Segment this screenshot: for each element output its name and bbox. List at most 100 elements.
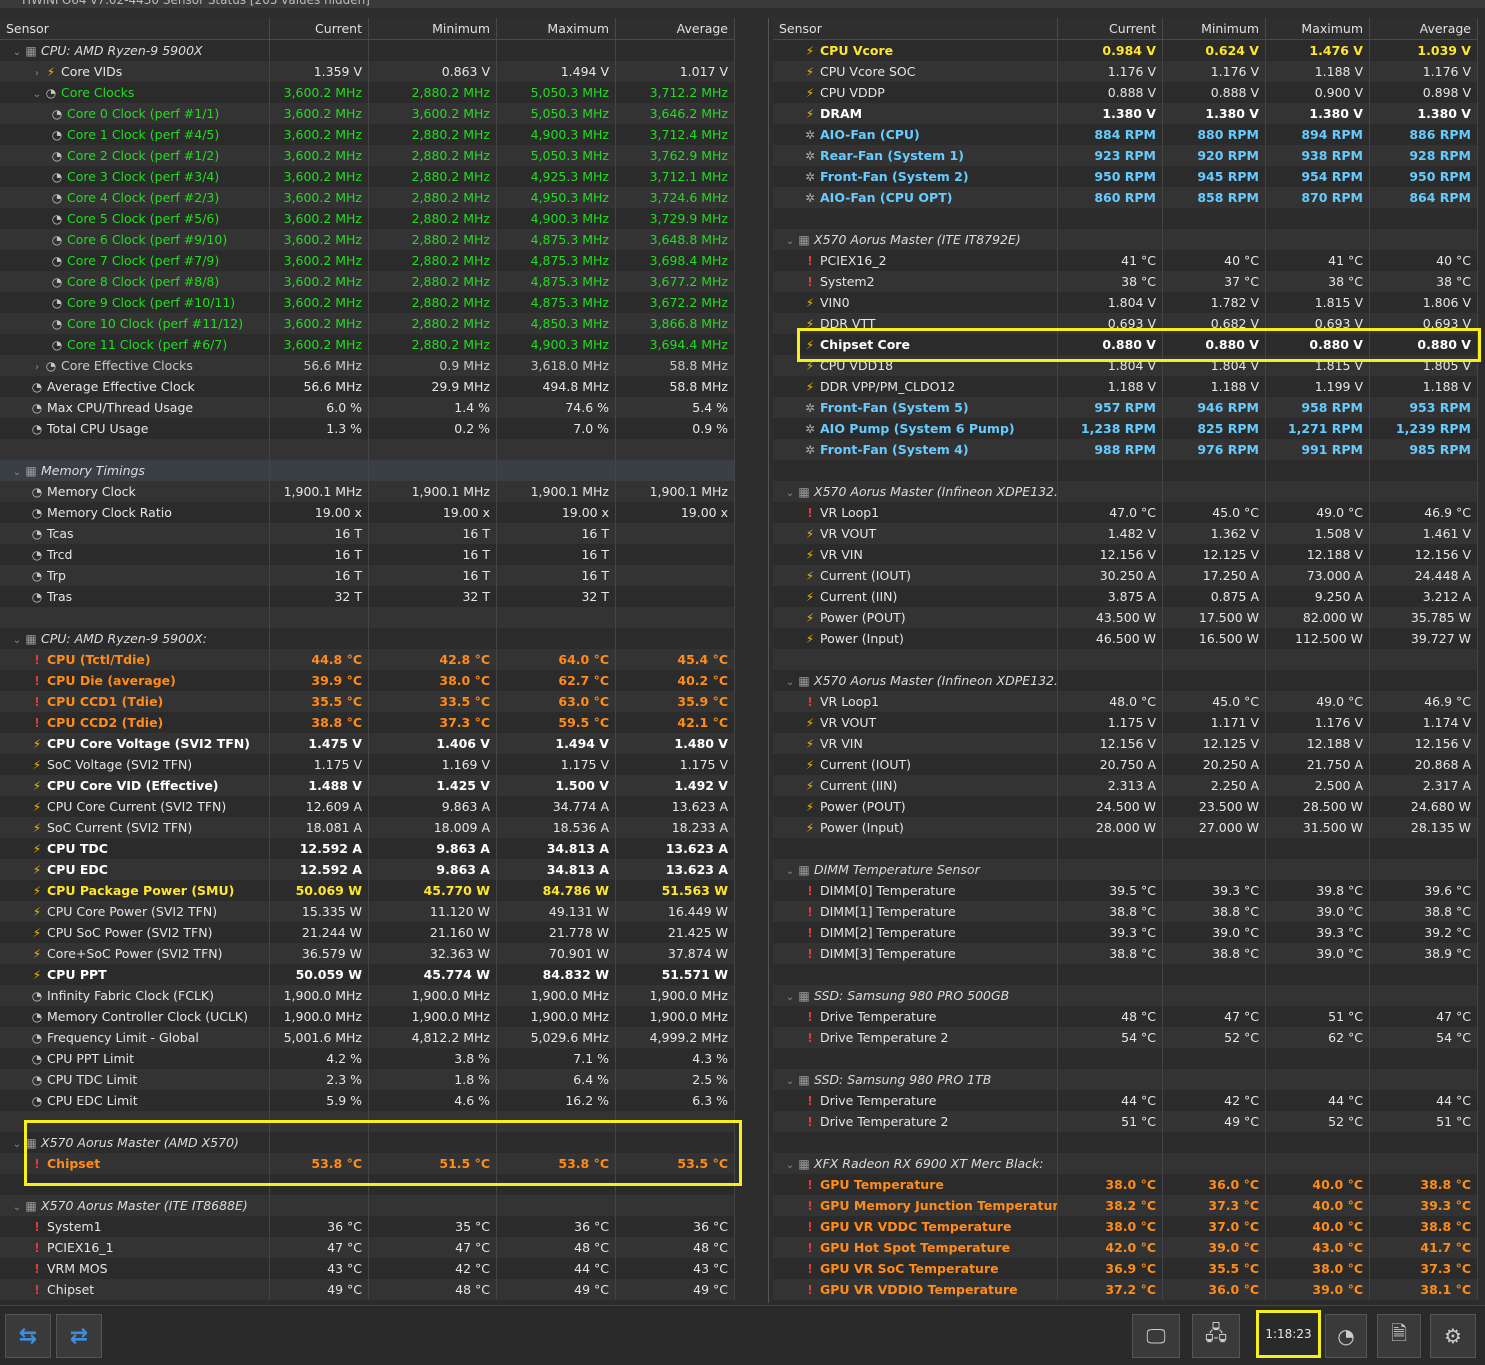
sensor-row-total-cpu-usage[interactable]: ◔ Total CPU Usage 1.3 % 0.2 % 7.0 % 0.9 % <box>0 418 735 439</box>
sensor-row-memory-controller-clock-uclk[interactable]: ◔ Memory Controller Clock (UCLK) 1,900.0 M… <box>0 1006 735 1027</box>
col-current-header[interactable]: Current <box>270 18 369 39</box>
collapse-chevron-icon[interactable]: ⌄ <box>10 1197 24 1216</box>
sensor-row-ddr-vtt[interactable]: ⚡ DDR VTT 0.693 V 0.682 V 0.693 V 0.693 V <box>773 313 1478 334</box>
sensor-row-drive-temperature-2[interactable]: ! Drive Temperature 2 51 °C 49 °C 52 °C 51 °C <box>773 1111 1478 1132</box>
sensor-group-x570-aorus-master-infineon-xdpe132[interactable]: ⌄ ▦ X570 Aorus Master (Infineon XDPE132... <box>773 481 1478 502</box>
sensor-row-current-iin[interactable]: ⚡ Current (IIN) 3.875 A 0.875 A 9.250 A 3.212… <box>773 586 1478 607</box>
col-minimum-header[interactable]: Minimum <box>1163 18 1266 39</box>
sensor-row-gpu-vr-vddc-temperature[interactable]: ! GPU VR VDDC Temperature 38.0 °C 37.0 °C 40… <box>773 1216 1478 1237</box>
sensor-row-vr-vin[interactable]: ⚡ VR VIN 12.156 V 12.125 V 12.188 V 12.156 V <box>773 733 1478 754</box>
sensor-row-front-fan-system-5[interactable]: ✲ Front-Fan (System 5) 957 RPM 946 RPM 958 R… <box>773 397 1478 418</box>
col-maximum-header[interactable]: Maximum <box>1266 18 1370 39</box>
sensor-row-core-effective-clocks[interactable]: › ◔ Core Effective Clocks 56.6 MHz 0.9 MHz 3,… <box>0 355 735 376</box>
sensor-row-cpu-core-voltage-svi2-tfn[interactable]: ⚡ CPU Core Voltage (SVI2 TFN) 1.475 V 1.406… <box>0 733 735 754</box>
sensor-row-gpu-vr-vddio-temperature[interactable]: ! GPU VR VDDIO Temperature 37.2 °C 36.0 °C 3… <box>773 1279 1478 1300</box>
collapse-arrows-icon[interactable]: ⇄ <box>56 1314 102 1358</box>
sensor-row-rear-fan-system-1[interactable]: ✲ Rear-Fan (System 1) 923 RPM 920 RPM 938 RP… <box>773 145 1478 166</box>
collapse-chevron-icon[interactable]: ⌄ <box>783 672 797 691</box>
sensor-row-soc-voltage-svi2-tfn[interactable]: ⚡ SoC Voltage (SVI2 TFN) 1.175 V 1.169 V 1.1… <box>0 754 735 775</box>
sensor-row-core-11-clock-perf-6-7[interactable]: ◔ Core 11 Clock (perf #6/7) 3,600.2 MHz 2,8… <box>0 334 735 355</box>
sensor-row-drive-temperature[interactable]: ! Drive Temperature 48 °C 47 °C 51 °C 47 °C <box>773 1006 1478 1027</box>
sensor-group-cpu-amd-ryzen-9-5900x[interactable]: ⌄ ▦ CPU: AMD Ryzen-9 5900X <box>0 40 735 61</box>
collapse-chevron-icon[interactable]: ⌄ <box>783 861 797 880</box>
sensor-row-system2[interactable]: ! System2 38 °C 37 °C 38 °C 38 °C <box>773 271 1478 292</box>
sensor-row-core-0-clock-perf-1-1[interactable]: ◔ Core 0 Clock (perf #1/1) 3,600.2 MHz 3,60… <box>0 103 735 124</box>
sensor-row-ddr-vpp-pm-cldo12[interactable]: ⚡ DDR VPP/PM_CLDO12 1.188 V 1.188 V 1.199 V1… <box>773 376 1478 397</box>
sensor-row-cpu-tdc-limit[interactable]: ◔ CPU TDC Limit 2.3 % 1.8 % 6.4 % 2.5 % <box>0 1069 735 1090</box>
sensor-row-vr-vout[interactable]: ⚡ VR VOUT 1.482 V 1.362 V 1.508 V 1.461 V <box>773 523 1478 544</box>
network-computers-icon[interactable]: 🖧 <box>1192 1314 1240 1358</box>
sensor-row-cpu-die-average[interactable]: ! CPU Die (average) 39.9 °C 38.0 °C 62.7 °C 4… <box>0 670 735 691</box>
sensor-row-core-5-clock-perf-5-6[interactable]: ◔ Core 5 Clock (perf #5/6) 3,600.2 MHz 2,88… <box>0 208 735 229</box>
sensor-row-cpu-package-power-smu[interactable]: ⚡ CPU Package Power (SMU) 50.069 W 45.770 W… <box>0 880 735 901</box>
sensor-row-cpu-core-power-svi2-tfn[interactable]: ⚡ CPU Core Power (SVI2 TFN) 15.335 W 11.120… <box>0 901 735 922</box>
sensor-row-drive-temperature[interactable]: ! Drive Temperature 44 °C 42 °C 44 °C 44 °C <box>773 1090 1478 1111</box>
sensor-row-memory-clock[interactable]: ◔ Memory Clock 1,900.1 MHz 1,900.1 MHz 1,900… <box>0 481 735 502</box>
sensor-row-core-7-clock-perf-7-9[interactable]: ◔ Core 7 Clock (perf #7/9) 3,600.2 MHz 2,88… <box>0 250 735 271</box>
pane-splitter[interactable] <box>768 18 769 1303</box>
sensor-row-cpu-core-vid-effective[interactable]: ⚡ CPU Core VID (Effective) 1.488 V 1.425 V1… <box>0 775 735 796</box>
sensor-row-core-6-clock-perf-9-10[interactable]: ◔ Core 6 Clock (perf #9/10) 3,600.2 MHz 2,8… <box>0 229 735 250</box>
sensor-row-dimm-3-temperature[interactable]: ! DIMM[3] Temperature 38.8 °C 38.8 °C 39.0 °… <box>773 943 1478 964</box>
sensor-row-aio-pump-system-6-pump[interactable]: ✲ AIO Pump (System 6 Pump) 1,238 RPM 825 RP… <box>773 418 1478 439</box>
sensor-row-tras[interactable]: ◔ Tras 32 T 32 T 32 T <box>0 586 735 607</box>
sensor-row-frequency-limit-global[interactable]: ◔ Frequency Limit - Global 5,001.6 MHz 4,81… <box>0 1027 735 1048</box>
sensor-row-cpu-vdd18[interactable]: ⚡ CPU VDD18 1.804 V 1.804 V 1.815 V 1.805 V <box>773 355 1478 376</box>
col-current-header[interactable]: Current <box>1058 18 1163 39</box>
sensor-row-gpu-memory-junction-temperature[interactable]: ! GPU Memory Junction Temperature 38.2 °C 3… <box>773 1195 1478 1216</box>
sensor-group-x570-aorus-master-amd-x570[interactable]: ⌄ ▦ X570 Aorus Master (AMD X570) <box>0 1132 735 1153</box>
right-sensor-pane[interactable]: Sensor Current Minimum Maximum Average ⚡… <box>773 18 1478 1303</box>
sensor-row-soc-current-svi2-tfn[interactable]: ⚡ SoC Current (SVI2 TFN) 18.081 A 18.009 A1… <box>0 817 735 838</box>
sensor-row-current-iout[interactable]: ⚡ Current (IOUT) 30.250 A 17.250 A 73.000 A2… <box>773 565 1478 586</box>
sensor-group-ssd-samsung-980-pro-500gb[interactable]: ⌄ ▦ SSD: Samsung 980 PRO 500GB <box>773 985 1478 1006</box>
col-maximum-header[interactable]: Maximum <box>497 18 616 39</box>
sensor-row-gpu-vr-soc-temperature[interactable]: ! GPU VR SoC Temperature 36.9 °C 35.5 °C 38.… <box>773 1258 1478 1279</box>
sensor-group-memory-timings[interactable]: ⌄ ▦ Memory Timings <box>0 460 735 481</box>
expand-chevron-icon[interactable]: › <box>30 63 44 82</box>
settings-gear-icon[interactable]: ⚙ <box>1430 1314 1476 1358</box>
sensor-group-x570-aorus-master-ite-it8792e[interactable]: ⌄ ▦ X570 Aorus Master (ITE IT8792E) <box>773 229 1478 250</box>
sensor-row-trp[interactable]: ◔ Trp 16 T 16 T 16 T <box>0 565 735 586</box>
col-sensor-header[interactable]: Sensor <box>773 18 1058 39</box>
collapse-chevron-icon[interactable]: ⌄ <box>783 1071 797 1090</box>
sensor-row-dimm-2-temperature[interactable]: ! DIMM[2] Temperature 39.3 °C 39.0 °C 39.3 °… <box>773 922 1478 943</box>
sensor-row-cpu-soc-power-svi2-tfn[interactable]: ⚡ CPU SoC Power (SVI2 TFN) 21.244 W 21.160 … <box>0 922 735 943</box>
sensor-row-core-clocks[interactable]: ⌄ ◔ Core Clocks 3,600.2 MHz 2,880.2 MHz 5,050… <box>0 82 735 103</box>
sensor-row-core-8-clock-perf-8-8[interactable]: ◔ Core 8 Clock (perf #8/8) 3,600.2 MHz 2,88… <box>0 271 735 292</box>
collapse-chevron-icon[interactable]: ⌄ <box>10 42 24 61</box>
sensor-row-cpu-ccd2-tdie[interactable]: ! CPU CCD2 (Tdie) 38.8 °C 37.3 °C 59.5 °C 42.… <box>0 712 735 733</box>
sensor-row-average-effective-clock[interactable]: ◔ Average Effective Clock 56.6 MHz 29.9 MHz… <box>0 376 735 397</box>
sensor-group-x570-aorus-master-infineon-xdpe132[interactable]: ⌄ ▦ X570 Aorus Master (Infineon XDPE132... <box>773 670 1478 691</box>
sensor-row-core-2-clock-perf-1-2[interactable]: ◔ Core 2 Clock (perf #1/2) 3,600.2 MHz 2,88… <box>0 145 735 166</box>
sensor-group-xfx-radeon-rx-6900-xt-merc-black[interactable]: ⌄ ▦ XFX Radeon RX 6900 XT Merc Black: <box>773 1153 1478 1174</box>
sensor-row-max-cpu-thread-usage[interactable]: ◔ Max CPU/Thread Usage 6.0 % 1.4 % 74.6 % 5.4… <box>0 397 735 418</box>
sensor-row-core-10-clock-perf-11-12[interactable]: ◔ Core 10 Clock (perf #11/12) 3,600.2 MHz 2… <box>0 313 735 334</box>
sensor-row-tcas[interactable]: ◔ Tcas 16 T 16 T 16 T <box>0 523 735 544</box>
sensor-row-chipset-core[interactable]: ⚡ Chipset Core 0.880 V 0.880 V 0.880 V 0.880 … <box>773 334 1478 355</box>
col-average-header[interactable]: Average <box>1370 18 1478 39</box>
sensor-row-infinity-fabric-clock-fclk[interactable]: ◔ Infinity Fabric Clock (FCLK) 1,900.0 MHz… <box>0 985 735 1006</box>
col-sensor-header[interactable]: Sensor <box>0 18 270 39</box>
sensor-row-cpu-ppt-limit[interactable]: ◔ CPU PPT Limit 4.2 % 3.8 % 7.1 % 4.3 % <box>0 1048 735 1069</box>
sensor-row-power-input[interactable]: ⚡ Power (Input) 28.000 W 27.000 W 31.500 W 28… <box>773 817 1478 838</box>
sensor-row-trcd[interactable]: ◔ Trcd 16 T 16 T 16 T <box>0 544 735 565</box>
sensor-row-cpu-vcore[interactable]: ⚡ CPU Vcore 0.984 V 0.624 V 1.476 V 1.039 V <box>773 40 1478 61</box>
navigate-arrows-icon[interactable]: ⇆ <box>5 1314 51 1358</box>
collapse-chevron-icon[interactable]: ⌄ <box>10 462 24 481</box>
collapse-chevron-icon[interactable]: ⌄ <box>783 231 797 250</box>
sensor-row-cpu-edc-limit[interactable]: ◔ CPU EDC Limit 5.9 % 4.6 % 16.2 % 6.3 % <box>0 1090 735 1111</box>
sensor-row-aio-fan-cpu[interactable]: ✲ AIO-Fan (CPU) 884 RPM 880 RPM 894 RPM 886 R… <box>773 124 1478 145</box>
sensor-row-core-3-clock-perf-3-4[interactable]: ◔ Core 3 Clock (perf #3/4) 3,600.2 MHz 2,88… <box>0 166 735 187</box>
col-minimum-header[interactable]: Minimum <box>369 18 497 39</box>
sensor-row-power-input[interactable]: ⚡ Power (Input) 46.500 W 16.500 W 112.500 W3… <box>773 628 1478 649</box>
collapse-chevron-icon[interactable]: ⌄ <box>10 1134 24 1153</box>
sensor-row-gpu-temperature[interactable]: ! GPU Temperature 38.0 °C 36.0 °C 40.0 °C 38.… <box>773 1174 1478 1195</box>
left-sensor-pane[interactable]: Sensor Current Minimum Maximum Average ⌄… <box>0 18 735 1303</box>
sensor-row-pciex16-2[interactable]: ! PCIEX16_2 41 °C 40 °C 41 °C 40 °C <box>773 250 1478 271</box>
sensor-row-core-soc-power-svi2-tfn[interactable]: ⚡ Core+SoC Power (SVI2 TFN) 36.579 W 32.363… <box>0 943 735 964</box>
sensor-row-front-fan-system-2[interactable]: ✲ Front-Fan (System 2) 950 RPM 945 RPM 954 R… <box>773 166 1478 187</box>
sensor-row-power-pout[interactable]: ⚡ Power (POUT) 43.500 W 17.500 W 82.000 W 35.… <box>773 607 1478 628</box>
sensor-row-dram[interactable]: ⚡ DRAM 1.380 V 1.380 V 1.380 V 1.380 V <box>773 103 1478 124</box>
sensor-group-cpu-amd-ryzen-9-5900x[interactable]: ⌄ ▦ CPU: AMD Ryzen-9 5900X: <box>0 628 735 649</box>
sensor-row-pciex16-1[interactable]: ! PCIEX16_1 47 °C 47 °C 48 °C 48 °C <box>0 1237 735 1258</box>
